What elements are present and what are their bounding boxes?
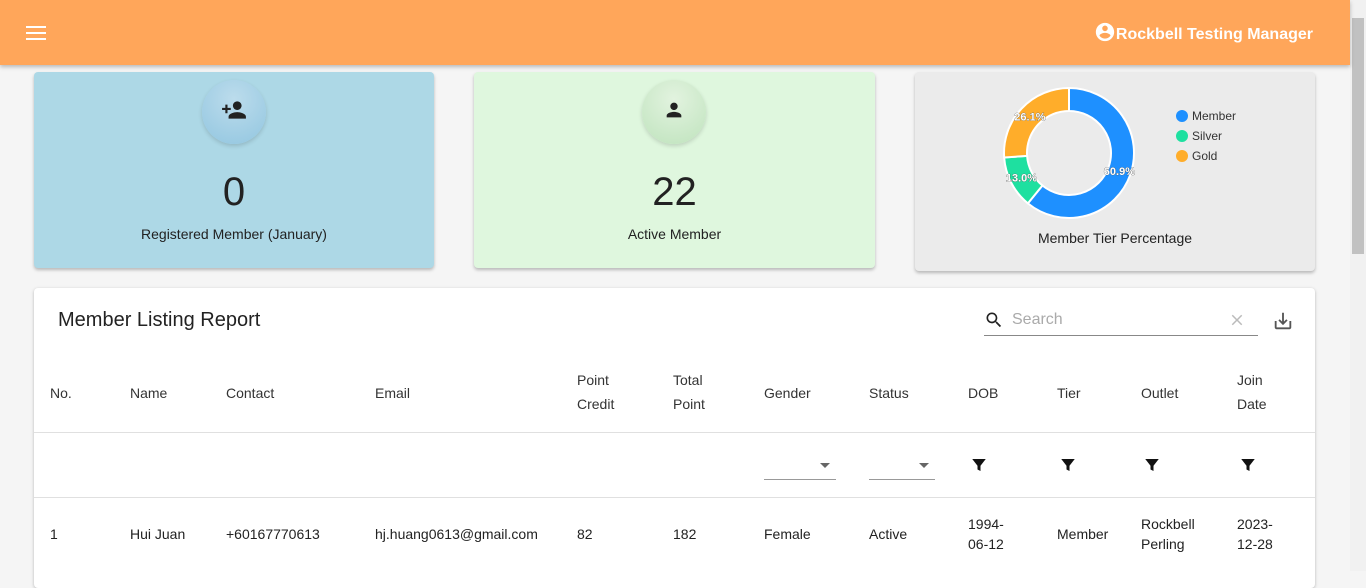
col-header-total-point[interactable]: Total Point	[673, 368, 705, 416]
registered-icon-badge	[202, 80, 266, 144]
col-header-total-point-line1: Total	[673, 372, 703, 388]
person-add-icon	[221, 97, 247, 128]
legend-item-gold[interactable]: Gold	[1176, 146, 1236, 166]
app-bar: Rockbell Testing Manager	[0, 0, 1350, 65]
cell-outlet-line2: Perling	[1141, 536, 1185, 552]
cell-tier: Member	[1057, 526, 1109, 542]
cell-email: hj.huang0613@gmail.com	[375, 526, 538, 542]
col-header-status[interactable]: Status	[869, 381, 909, 405]
active-member-label: Active Member	[627, 226, 722, 242]
scrollbar-thumb[interactable]	[1352, 18, 1364, 254]
col-header-outlet[interactable]: Outlet	[1141, 381, 1178, 405]
active-member-card: 22 Active Member	[474, 72, 875, 268]
account-circle-icon	[1094, 21, 1116, 48]
cell-outlet-line1: Rockbell	[1141, 516, 1195, 532]
registered-member-card: 0 Registered Member (January)	[34, 72, 434, 268]
col-header-no[interactable]: No.	[50, 381, 72, 405]
dob-filter-icon[interactable]	[970, 456, 988, 474]
col-header-point-credit[interactable]: Point Credit	[577, 368, 614, 416]
cell-dob-line2: 06-12	[968, 536, 1004, 552]
user-menu[interactable]: Rockbell Testing Manager	[1094, 21, 1313, 48]
page-scrollbar[interactable]	[1350, 0, 1366, 571]
search-field[interactable]	[984, 306, 1258, 336]
col-header-name[interactable]: Name	[130, 381, 167, 405]
col-header-total-point-line2: Point	[673, 396, 705, 412]
active-icon-badge	[642, 80, 706, 144]
donut-label-gold: 26.1%	[1014, 111, 1045, 123]
user-name: Rockbell Testing Manager	[1115, 25, 1313, 43]
cell-outlet: Rockbell Perling	[1141, 514, 1195, 554]
member-tier-donut-chart: 60.9% 13.0% 26.1%	[1003, 86, 1136, 219]
tier-filter-icon[interactable]	[1059, 456, 1077, 474]
cell-join-date-line2: 12-28	[1237, 536, 1273, 552]
status-filter-select[interactable]	[869, 451, 935, 480]
search-input[interactable]	[1012, 308, 1222, 332]
col-header-join-date-line1: Join	[1237, 372, 1263, 388]
person-icon	[663, 99, 685, 126]
col-header-join-date[interactable]: Join Date	[1237, 368, 1267, 416]
donut-label-member: 60.9%	[1104, 166, 1135, 178]
col-header-join-date-line2: Date	[1237, 396, 1267, 412]
cell-dob: 1994- 06-12	[968, 514, 1004, 554]
member-tier-label: Member Tier Percentage	[1037, 230, 1193, 246]
cell-name: Hui Juan	[130, 526, 186, 542]
member-listing-panel: Member Listing Report No. Name Contact E…	[34, 288, 1315, 588]
outlet-filter-icon[interactable]	[1143, 456, 1161, 474]
legend-item-member[interactable]: Member	[1176, 106, 1236, 126]
registered-member-label: Registered Member (January)	[141, 226, 327, 242]
col-header-contact[interactable]: Contact	[226, 381, 274, 405]
cell-status: Active	[869, 526, 908, 542]
cell-total-point: 182	[673, 526, 697, 542]
panel-title: Member Listing Report	[58, 309, 261, 331]
cell-no: 1	[50, 526, 58, 542]
cell-join-date: 2023- 12-28	[1237, 514, 1273, 554]
cell-point-credit: 82	[577, 526, 593, 542]
chevron-down-icon	[919, 463, 929, 468]
cell-dob-line1: 1994-	[968, 516, 1004, 532]
cell-contact: +60167770613	[226, 526, 320, 542]
clear-search-icon[interactable]	[1228, 311, 1246, 334]
registered-member-count: 0	[222, 170, 246, 214]
gender-filter-select[interactable]	[764, 451, 836, 480]
col-header-point-credit-line1: Point	[577, 372, 609, 388]
chart-legend: Member Silver Gold	[1176, 106, 1236, 166]
cell-join-date-line1: 2023-	[1237, 516, 1273, 532]
active-member-count: 22	[652, 170, 697, 214]
col-header-tier[interactable]: Tier	[1057, 381, 1081, 405]
col-header-email[interactable]: Email	[375, 381, 410, 405]
col-header-dob[interactable]: DOB	[968, 381, 998, 405]
chevron-down-icon	[820, 463, 830, 468]
menu-icon[interactable]	[22, 20, 50, 46]
header-divider	[34, 432, 1315, 433]
donut-label-silver: 13.0%	[1006, 173, 1037, 185]
col-header-point-credit-line2: Credit	[577, 396, 615, 412]
search-icon	[984, 310, 1004, 335]
legend-item-silver[interactable]: Silver	[1176, 126, 1236, 146]
download-icon[interactable]	[1272, 310, 1294, 337]
col-header-gender[interactable]: Gender	[764, 381, 811, 405]
join-date-filter-icon[interactable]	[1239, 456, 1257, 474]
cell-gender: Female	[764, 526, 811, 542]
